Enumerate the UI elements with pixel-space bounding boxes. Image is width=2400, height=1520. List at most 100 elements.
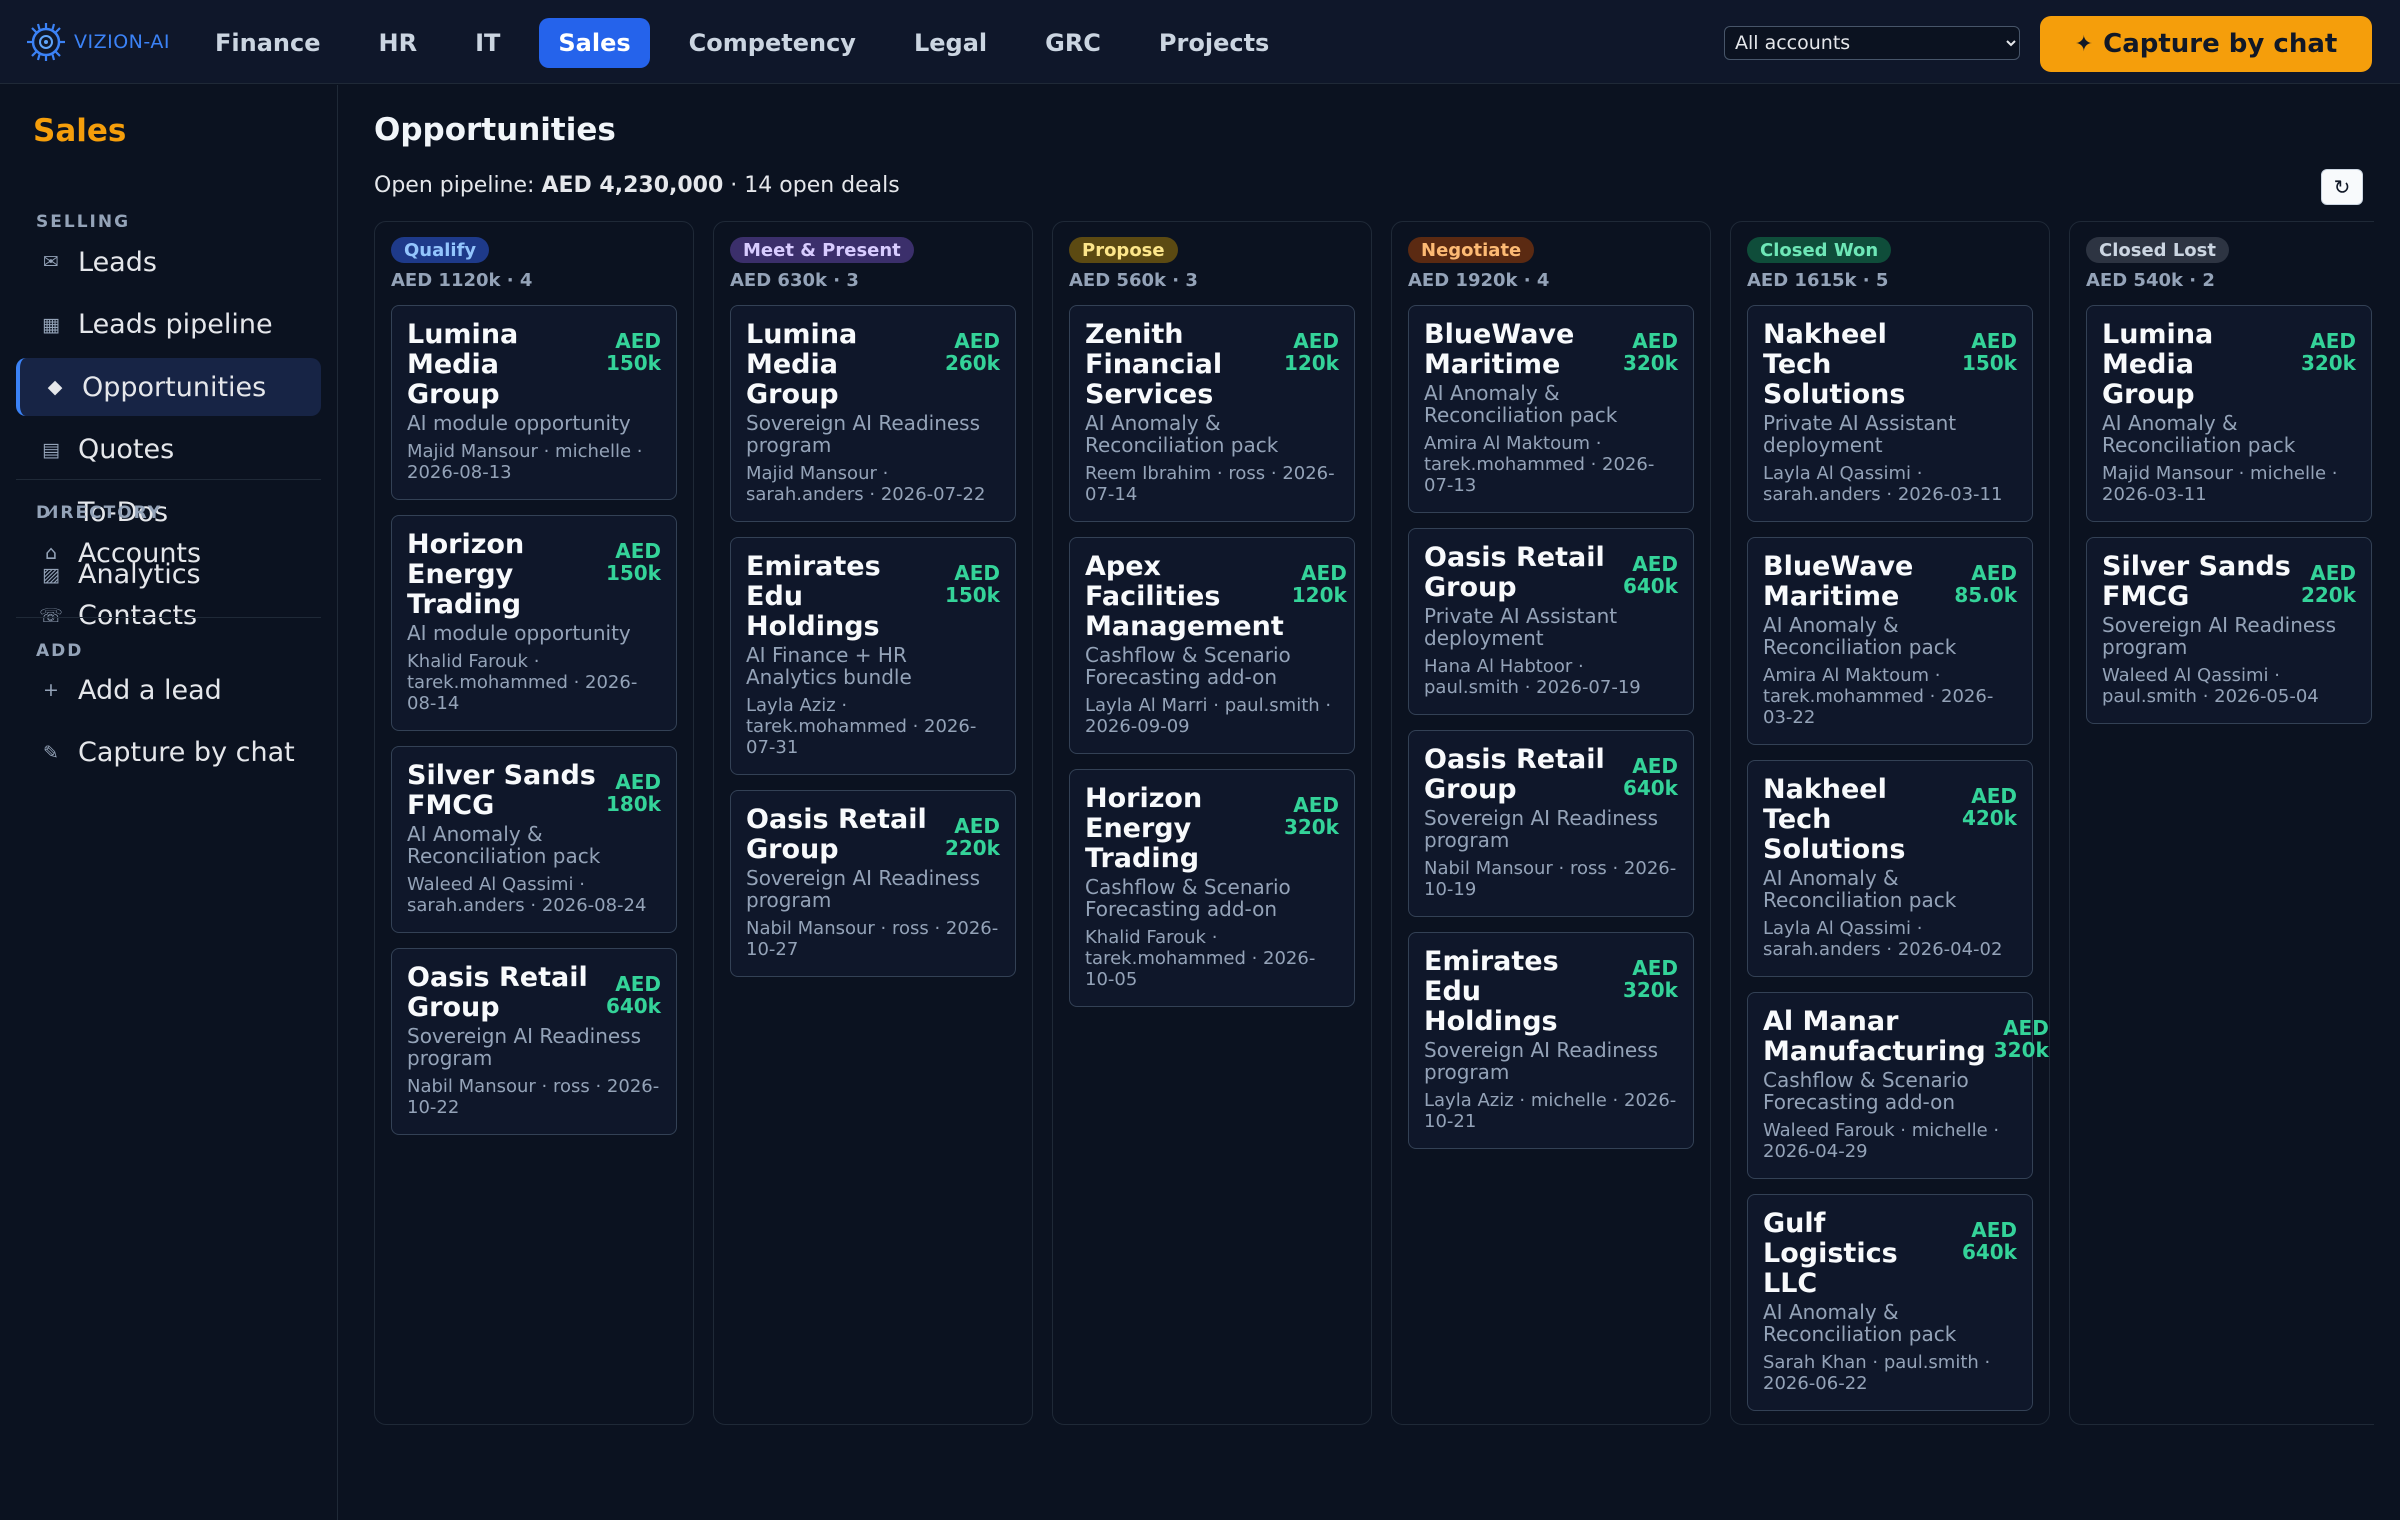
card-header: Oasis Retail Group AED 220k bbox=[746, 805, 1000, 865]
list-icon: ▤ bbox=[42, 438, 60, 461]
opportunity-card[interactable]: Gulf Logistics LLC AED 640k AI Anomaly & R… bbox=[1747, 1194, 2033, 1411]
card-list: BlueWave Maritime AED 320k AI Anomaly & Re… bbox=[1408, 305, 1694, 1164]
deal-amount: AED 150k bbox=[944, 561, 1000, 607]
opportunity-card[interactable]: Emirates Edu Holdings AED 150k AI Finance … bbox=[730, 537, 1016, 775]
opportunity-card[interactable]: Lumina Media Group AED 320k AI Anomaly & R… bbox=[2086, 305, 2372, 522]
account-name: Oasis Retail Group bbox=[746, 804, 927, 865]
product-name: AI Finance + HR Analytics bundle bbox=[746, 643, 912, 689]
opportunity-card[interactable]: Oasis Retail Group AED 640k Sovereign AI R… bbox=[391, 948, 677, 1135]
product-name: Private AI Assistant deployment bbox=[1763, 411, 1957, 457]
sidebar-item-capture-by-chat[interactable]: ✎ Capture by chat bbox=[16, 724, 321, 782]
account-filter-select[interactable]: All accounts bbox=[1724, 26, 2020, 60]
account-name: Al Manar Manufacturing bbox=[1763, 1006, 1986, 1067]
sidebar: Sales SELLING ✉ Leads ▦ Leads pipeline ◆ Oppor… bbox=[0, 85, 338, 1520]
pipeline-column-qualify: Qualify AED 1120k · 4 Lumina Media Group AE… bbox=[374, 221, 694, 1425]
product-name: AI Anomaly & Reconciliation pack bbox=[407, 822, 601, 868]
tab-grc[interactable]: GRC bbox=[1026, 18, 1120, 68]
opportunity-card[interactable]: Zenith Financial Services AED 120k AI Anom… bbox=[1069, 305, 1355, 522]
opportunity-card[interactable]: Emirates Edu Holdings AED 320k Sovereign A… bbox=[1408, 932, 1694, 1149]
tab-it[interactable]: IT bbox=[456, 18, 519, 68]
card-header: Lumina Media Group AED 150k bbox=[407, 320, 661, 410]
card-header: Silver Sands FMCG AED 220k bbox=[2102, 552, 2356, 612]
product-name: AI Anomaly & Reconciliation pack bbox=[1085, 411, 1279, 457]
card-header: Horizon Energy Trading AED 320k bbox=[1085, 784, 1339, 874]
opportunity-card[interactable]: Horizon Energy Trading AED 150k AI module … bbox=[391, 515, 677, 731]
opportunity-card[interactable]: Nakheel Tech Solutions AED 420k AI Anomaly… bbox=[1747, 760, 2033, 977]
sparkle-icon: ✦ bbox=[2074, 31, 2094, 57]
opportunity-card[interactable]: Lumina Media Group AED 150k AI module oppo… bbox=[391, 305, 677, 500]
tab-competency[interactable]: Competency bbox=[670, 18, 875, 68]
capture-by-chat-label: Capture by chat bbox=[2103, 29, 2338, 59]
opportunity-card[interactable]: Horizon Energy Trading AED 320k Cashflow &… bbox=[1069, 769, 1355, 1007]
card-header: BlueWave Maritime AED 320k bbox=[1424, 320, 1678, 380]
opportunity-card[interactable]: Lumina Media Group AED 260k Sovereign AI R… bbox=[730, 305, 1016, 522]
sidebar-item-accounts[interactable]: ⌂ Accounts bbox=[16, 524, 321, 582]
capture-by-chat-button[interactable]: ✦ Capture by chat bbox=[2040, 16, 2372, 72]
deal-amount: AED 640k bbox=[1622, 552, 1678, 598]
main-content: Opportunities Open pipeline: AED 4,230,0… bbox=[339, 85, 2400, 1520]
sidebar-item-add-a-lead[interactable]: + Add a lead bbox=[16, 661, 321, 719]
card-list: Zenith Financial Services AED 120k AI Anom… bbox=[1069, 305, 1355, 1022]
opportunity-card[interactable]: BlueWave Maritime AED 320k AI Anomaly & Re… bbox=[1408, 305, 1694, 513]
deal-amount: AED 150k bbox=[1961, 329, 2017, 375]
pipeline-column-meet-and-present: Meet & Present AED 630k · 3 Lumina Media G… bbox=[713, 221, 1033, 1425]
product-name: AI module opportunity bbox=[407, 621, 631, 645]
tab-legal[interactable]: Legal bbox=[895, 18, 1006, 68]
account-name: Gulf Logistics LLC bbox=[1763, 1208, 1898, 1299]
card-header: Nakheel Tech Solutions AED 150k bbox=[1763, 320, 2017, 410]
pipeline-summary-prefix: Open pipeline: bbox=[374, 173, 535, 198]
product-name: AI Anomaly & Reconciliation pack bbox=[1763, 866, 1957, 912]
opportunity-card[interactable]: Oasis Retail Group AED 640k Sovereign AI R… bbox=[1408, 730, 1694, 917]
deal-amount: AED 220k bbox=[944, 814, 1000, 860]
pipeline-column-closed-won: Closed Won AED 1615k · 5 Nakheel Tech Solu… bbox=[1730, 221, 2050, 1425]
pipeline-summary: Open pipeline: AED 4,230,000 · 14 open d… bbox=[374, 173, 900, 198]
card-header: Lumina Media Group AED 260k bbox=[746, 320, 1000, 410]
opportunity-card[interactable]: Oasis Retail Group AED 640k Private AI Ass… bbox=[1408, 528, 1694, 715]
tab-hr[interactable]: HR bbox=[360, 18, 437, 68]
sidebar-item-label: Quotes bbox=[78, 434, 175, 465]
opportunity-card[interactable]: Silver Sands FMCG AED 180k AI Anomaly & Re… bbox=[391, 746, 677, 933]
opportunity-card[interactable]: Nakheel Tech Solutions AED 150k Private AI… bbox=[1747, 305, 2033, 522]
grid-icon: ▦ bbox=[42, 313, 60, 336]
account-name: Lumina Media Group bbox=[746, 319, 858, 410]
opportunity-card[interactable]: Al Manar Manufacturing AED 320k Cashflow &… bbox=[1747, 992, 2049, 1179]
diamond-icon: ◆ bbox=[47, 376, 63, 398]
opportunity-card[interactable]: Apex Facilities Management AED 120k Cashfl… bbox=[1069, 537, 1355, 754]
stage-badge: Qualify bbox=[391, 237, 490, 263]
sidebar-item-contacts[interactable]: ☏ Contacts bbox=[16, 587, 321, 645]
opportunity-card[interactable]: Oasis Retail Group AED 220k Sovereign AI R… bbox=[730, 790, 1016, 977]
sidebar-item-leads-pipeline[interactable]: ▦ Leads pipeline bbox=[16, 296, 321, 354]
sidebar-item-leads[interactable]: ✉ Leads bbox=[16, 233, 321, 291]
product-name: Cashflow & Scenario Forecasting add-on bbox=[1085, 643, 1291, 689]
account-name: Horizon Energy Trading bbox=[1085, 783, 1203, 874]
tab-finance[interactable]: Finance bbox=[196, 18, 340, 68]
sidebar-divider bbox=[16, 479, 321, 480]
sidebar-item-opportunities[interactable]: ◆ Opportunities bbox=[16, 358, 321, 416]
opportunity-card[interactable]: BlueWave Maritime AED 85.0k AI Anomaly & R… bbox=[1747, 537, 2033, 745]
sidebar-item-quotes[interactable]: ▤ Quotes bbox=[16, 421, 321, 479]
card-header: Silver Sands FMCG AED 180k bbox=[407, 761, 661, 821]
opportunity-card[interactable]: Silver Sands FMCG AED 220k Sovereign AI Re… bbox=[2086, 537, 2372, 724]
deal-amount: AED 320k bbox=[1993, 1016, 2049, 1062]
product-name: Sovereign AI Readiness program bbox=[2102, 613, 2337, 659]
sidebar-section-add: ADD bbox=[36, 641, 84, 661]
product-name: Sovereign AI Readiness program bbox=[407, 1024, 642, 1070]
card-header: BlueWave Maritime AED 85.0k bbox=[1763, 552, 2017, 612]
card-contact-owner-date: Layla Al Qassimi · sarah.anders · 2026-0… bbox=[1763, 463, 2003, 505]
page-title: Opportunities bbox=[374, 112, 616, 148]
plus-icon: + bbox=[43, 679, 59, 701]
brand-logo[interactable]: VIZION-AI bbox=[26, 20, 170, 64]
pipeline-total-value: AED 4,230,000 bbox=[541, 173, 724, 198]
stage-total: AED 1615k · 5 bbox=[1747, 270, 1889, 291]
phone-icon: ☏ bbox=[39, 604, 63, 627]
tab-sales[interactable]: Sales bbox=[539, 18, 650, 68]
refresh-button[interactable]: ↻ bbox=[2321, 169, 2363, 205]
product-name: Private AI Assistant deployment bbox=[1424, 604, 1618, 650]
stage-total: AED 560k · 3 bbox=[1069, 270, 1198, 291]
tab-projects[interactable]: Projects bbox=[1140, 18, 1288, 68]
pipeline-column-closed-lost: Closed Lost AED 540k · 2 Lumina Media Grou… bbox=[2069, 221, 2374, 1425]
card-contact-owner-date: Waleed Al Qassimi · sarah.anders · 2026-… bbox=[407, 874, 647, 916]
card-header: Lumina Media Group AED 320k bbox=[2102, 320, 2356, 410]
deal-amount: AED 320k bbox=[2300, 329, 2356, 375]
chip-logo-icon bbox=[27, 23, 65, 61]
